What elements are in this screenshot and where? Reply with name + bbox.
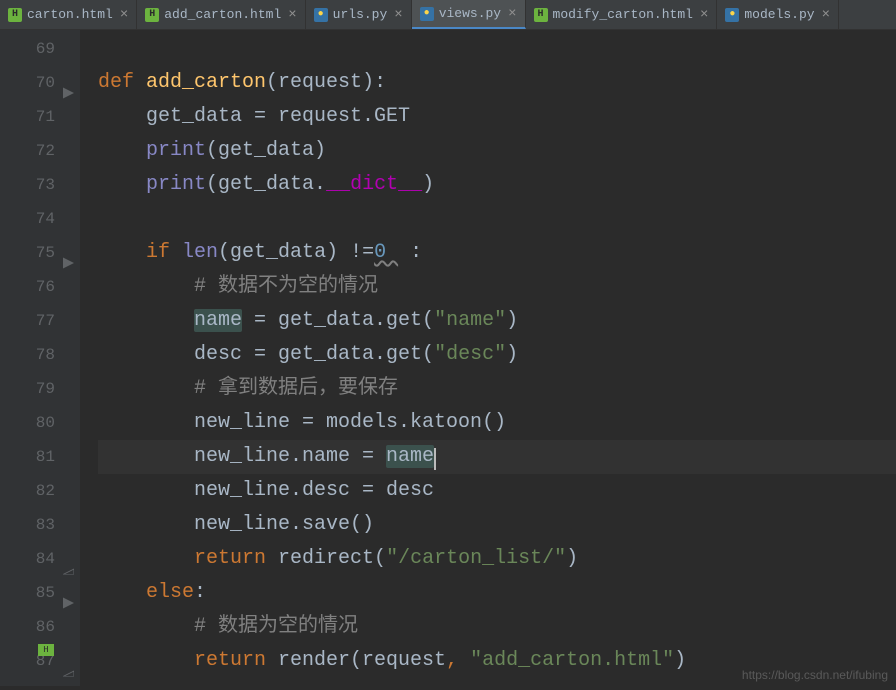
- line-number: 84: [0, 542, 80, 576]
- line-number: 81: [0, 440, 80, 474]
- code-area[interactable]: def add_carton(request): get_data = requ…: [80, 30, 896, 686]
- html-icon: H: [145, 8, 159, 22]
- code-line: return redirect("/carton_list/"): [98, 542, 896, 576]
- line-number: 72: [0, 134, 80, 168]
- close-icon[interactable]: ×: [120, 7, 128, 23]
- fold-end-icon[interactable]: [63, 554, 74, 565]
- line-number: 76: [0, 270, 80, 304]
- code-line: new_line = models.katoon(): [98, 406, 896, 440]
- line-number: 79: [0, 372, 80, 406]
- bookmark-icon[interactable]: H: [38, 644, 54, 656]
- code-line: if len(get_data) !=0 :: [98, 236, 896, 270]
- tab-label: models.py: [744, 7, 814, 22]
- tab-label: urls.py: [333, 7, 388, 22]
- line-number: 71: [0, 100, 80, 134]
- code-line: # 数据不为空的情况: [98, 270, 896, 304]
- line-number: 77: [0, 304, 80, 338]
- code-line: get_data = request.GET: [98, 100, 896, 134]
- tab-bar: H carton.html × H add_carton.html × ● ur…: [0, 0, 896, 30]
- gutter: 69 70 71 72 73 74 75 76 77 78 79 80 81 8…: [0, 30, 80, 686]
- line-number: 78: [0, 338, 80, 372]
- close-icon[interactable]: ×: [394, 7, 402, 23]
- python-icon: ●: [420, 7, 434, 21]
- fold-icon[interactable]: [63, 588, 74, 599]
- code-line: print(get_data.__dict__): [98, 168, 896, 202]
- tab-label: add_carton.html: [164, 7, 281, 22]
- code-line: print(get_data): [98, 134, 896, 168]
- line-number: 87H: [0, 644, 80, 678]
- html-icon: H: [534, 8, 548, 22]
- tab-models-py[interactable]: ● models.py ×: [717, 0, 839, 29]
- line-number: 86: [0, 610, 80, 644]
- line-number: 75: [0, 236, 80, 270]
- line-number: 85: [0, 576, 80, 610]
- line-number: 70: [0, 66, 80, 100]
- line-number: 69: [0, 32, 80, 66]
- close-icon[interactable]: ×: [508, 6, 516, 22]
- line-number: 83: [0, 508, 80, 542]
- watermark: https://blog.csdn.net/ifubing: [742, 668, 888, 682]
- python-icon: ●: [314, 8, 328, 22]
- close-icon[interactable]: ×: [288, 7, 296, 23]
- tab-carton-html[interactable]: H carton.html ×: [0, 0, 137, 29]
- code-line: new_line.desc = desc: [98, 474, 896, 508]
- tab-add-carton-html[interactable]: H add_carton.html ×: [137, 0, 305, 29]
- code-line: def add_carton(request):: [98, 66, 896, 100]
- code-line: name = get_data.get("name"): [98, 304, 896, 338]
- tab-modify-carton-html[interactable]: H modify_carton.html ×: [526, 0, 718, 29]
- text-cursor: [434, 448, 436, 470]
- line-number: 82: [0, 474, 80, 508]
- code-line: new_line.save(): [98, 508, 896, 542]
- tab-label: views.py: [439, 6, 501, 21]
- code-line: else:: [98, 576, 896, 610]
- tab-views-py[interactable]: ● views.py ×: [412, 0, 526, 29]
- python-icon: ●: [725, 8, 739, 22]
- tab-label: carton.html: [27, 7, 113, 22]
- code-line: [98, 202, 896, 236]
- code-line-current: new_line.name = name: [98, 440, 896, 474]
- line-number: 74: [0, 202, 80, 236]
- tab-urls-py[interactable]: ● urls.py ×: [306, 0, 412, 29]
- code-line: # 拿到数据后，要保存: [98, 372, 896, 406]
- code-line: # 数据为空的情况: [98, 610, 896, 644]
- editor: 69 70 71 72 73 74 75 76 77 78 79 80 81 8…: [0, 30, 896, 686]
- fold-end-icon[interactable]: [63, 656, 74, 667]
- html-icon: H: [8, 8, 22, 22]
- fold-icon[interactable]: [63, 78, 74, 89]
- line-number: 73: [0, 168, 80, 202]
- tab-label: modify_carton.html: [553, 7, 693, 22]
- code-line: desc = get_data.get("desc"): [98, 338, 896, 372]
- code-line: [98, 32, 896, 66]
- fold-icon[interactable]: [63, 248, 74, 259]
- close-icon[interactable]: ×: [822, 7, 830, 23]
- close-icon[interactable]: ×: [700, 7, 708, 23]
- line-number: 80: [0, 406, 80, 440]
